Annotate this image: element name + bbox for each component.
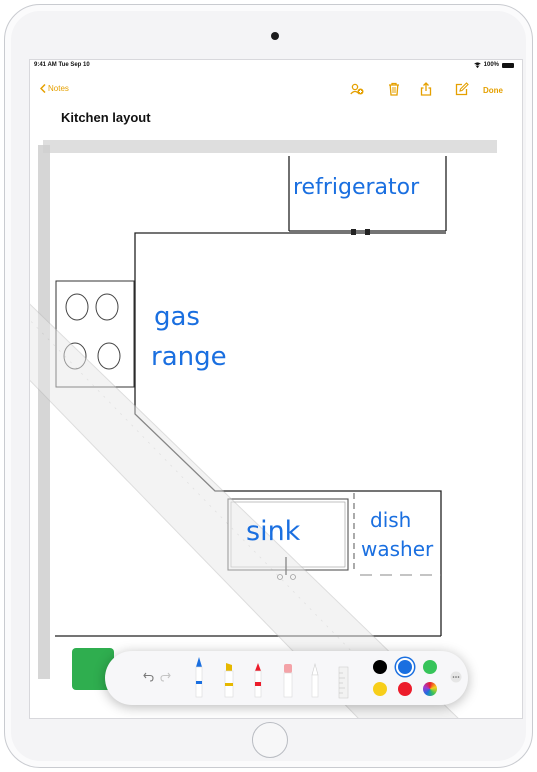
pen-tool[interactable] [192, 655, 206, 699]
color-picker-multicolor[interactable] [423, 682, 437, 696]
color-black[interactable] [373, 660, 387, 674]
pencil-tool[interactable] [251, 661, 265, 699]
label-dish: dish [370, 508, 411, 532]
fridge-hinge [365, 229, 370, 235]
home-button[interactable] [252, 722, 288, 758]
marker-tool[interactable] [222, 661, 236, 699]
label-refrigerator: refrigerator [293, 175, 420, 200]
color-red[interactable] [398, 682, 412, 696]
lasso-tool[interactable] [308, 661, 322, 699]
markup-toolbar [105, 651, 468, 705]
left-wall [38, 145, 50, 679]
more-icon[interactable] [450, 671, 462, 683]
label-washer: washer [361, 537, 434, 561]
label-sink: sink [246, 516, 301, 547]
label-gas: gas [154, 302, 200, 332]
undo-icon[interactable] [143, 671, 154, 682]
top-wall [43, 140, 497, 153]
color-blue-selected[interactable] [398, 660, 412, 674]
ruler-tool[interactable] [336, 665, 350, 699]
screen: 9:41 AM Tue Sep 10 100% Notes Done Kitch… [29, 59, 523, 719]
color-yellow[interactable] [373, 682, 387, 696]
eraser-tool[interactable] [281, 661, 295, 699]
front-camera [271, 32, 279, 40]
redo-icon[interactable] [160, 671, 171, 682]
label-range: range [151, 342, 227, 372]
drawing-canvas[interactable]: refrigerator gas range sink dish washer [30, 60, 523, 719]
color-green[interactable] [423, 660, 437, 674]
fridge-hinge [351, 229, 356, 235]
